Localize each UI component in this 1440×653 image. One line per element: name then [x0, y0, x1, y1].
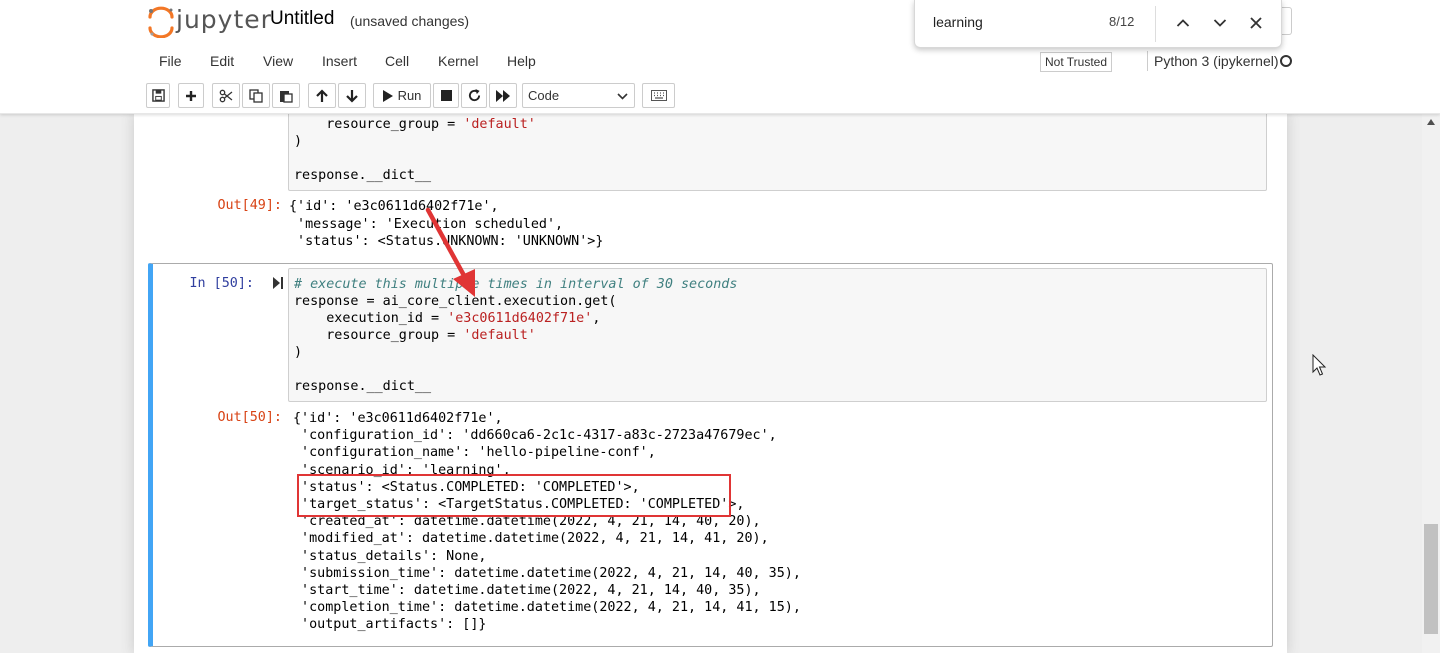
find-previous-button[interactable] — [1173, 13, 1193, 33]
plus-icon — [186, 90, 196, 101]
kernel-divider — [1147, 51, 1148, 71]
mouse-pointer-icon — [1312, 354, 1327, 376]
find-next-button[interactable] — [1210, 13, 1230, 33]
find-match-count: 8/12 — [1109, 14, 1135, 29]
output-line: 'output_artifacts': []} — [293, 617, 487, 633]
chevron-up-icon — [1176, 19, 1190, 27]
restart-icon — [468, 89, 480, 102]
paste-button[interactable] — [272, 83, 300, 108]
kernel-idle-icon — [1280, 55, 1292, 67]
vertical-scrollbar[interactable] — [1422, 114, 1440, 653]
run-button[interactable]: Run — [373, 83, 431, 108]
chevron-down-icon — [1213, 19, 1227, 27]
code-line: response.__dict__ — [294, 168, 432, 183]
save-button[interactable] — [146, 83, 170, 108]
notebook-toolbar: Run Code — [144, 82, 1297, 110]
output-line: 'submission_time': datetime.datetime(202… — [293, 565, 801, 581]
menu-edit[interactable]: Edit — [210, 53, 234, 69]
arrow-down-icon — [346, 89, 358, 103]
chevron-down-icon — [617, 93, 628, 100]
output-line: 'status_details': None, — [293, 548, 487, 564]
output-line: 'start_time': datetime.datetime(2022, 4,… — [293, 583, 761, 598]
cell-type-select[interactable]: Code — [522, 83, 635, 108]
output-line: 'configuration_id': 'dd660ca6-2c1c-4317-… — [293, 428, 777, 444]
code-comment: # execute this multiple times in interva… — [294, 277, 738, 292]
cell-type-value: Code — [528, 88, 560, 103]
output-line: 'configuration_name': 'hello-pipeline-co… — [293, 445, 656, 461]
kernel-name[interactable]: Python 3 (ipykernel) — [1154, 53, 1279, 69]
scissors-icon — [219, 89, 233, 102]
code-line: execution_id = 'e3c0611d6402f71e', — [294, 311, 601, 326]
save-status: (unsaved changes) — [350, 13, 470, 29]
menu-cell[interactable]: Cell — [385, 53, 409, 69]
menu-kernel[interactable]: Kernel — [438, 53, 478, 69]
cut-button[interactable] — [212, 83, 240, 108]
menu-help[interactable]: Help — [507, 53, 536, 69]
find-input[interactable]: learning — [933, 14, 983, 30]
paste-icon — [280, 90, 293, 103]
output-line: {'id': 'e3c0611d6402f71e', — [293, 411, 503, 426]
run-button-label: Run — [397, 88, 422, 103]
move-down-button[interactable] — [338, 83, 366, 108]
stop-icon — [440, 90, 452, 101]
find-close-button[interactable] — [1246, 13, 1266, 33]
code-line: resource_group = 'default' — [294, 328, 536, 343]
run-all-button[interactable] — [489, 83, 517, 108]
menu-view[interactable]: View — [263, 53, 293, 69]
save-icon — [151, 89, 165, 102]
find-divider — [1155, 6, 1156, 42]
output-line: 'completion_time': datetime.datetime(202… — [293, 600, 801, 616]
menu-bar: File Edit View Insert Cell Kernel Help N… — [144, 46, 1297, 78]
output-prompt: Out[49]: — [217, 198, 283, 213]
trust-indicator[interactable]: Not Trusted — [1040, 52, 1113, 72]
code-line: resource_group = 'default' — [294, 117, 536, 132]
code-line: response.__dict__ — [294, 379, 432, 394]
output-prompt: Out[50]: — [217, 410, 283, 425]
menu-file[interactable]: File — [159, 53, 182, 69]
annotation-highlight-box — [297, 474, 731, 517]
keyboard-icon — [650, 90, 667, 101]
insert-cell-button[interactable] — [178, 83, 204, 108]
notebook-container: resource_group = 'default' ) response.__… — [134, 114, 1287, 653]
jupyter-logo-text[interactable]: jupyter — [176, 5, 272, 34]
interrupt-button[interactable] — [433, 83, 459, 108]
play-icon — [382, 89, 393, 102]
scroll-up-icon[interactable] — [1427, 119, 1435, 125]
find-bar: learning 8/12 — [914, 0, 1282, 48]
copy-icon — [249, 88, 263, 103]
code-line: ) — [294, 345, 303, 360]
code-line: ) — [294, 134, 303, 149]
move-up-button[interactable] — [308, 83, 336, 108]
notebook-title[interactable]: Untitled — [270, 8, 334, 30]
restart-button[interactable] — [461, 83, 487, 108]
annotation-arrow-icon — [425, 207, 475, 297]
output-line: 'modified_at': datetime.datetime(2022, 4… — [293, 531, 769, 547]
arrow-up-icon — [316, 88, 328, 102]
previous-code-editor[interactable]: resource_group = 'default' ) response.__… — [288, 114, 1267, 191]
copy-button[interactable] — [242, 83, 270, 108]
menu-insert[interactable]: Insert — [322, 53, 357, 69]
input-prompt: In [50]: — [189, 276, 255, 291]
command-palette-button[interactable] — [642, 83, 675, 108]
fast-forward-icon — [496, 89, 510, 102]
close-icon — [1250, 17, 1262, 29]
scrollbar-thumb[interactable] — [1424, 524, 1438, 634]
run-cell-icon[interactable] — [272, 276, 284, 290]
